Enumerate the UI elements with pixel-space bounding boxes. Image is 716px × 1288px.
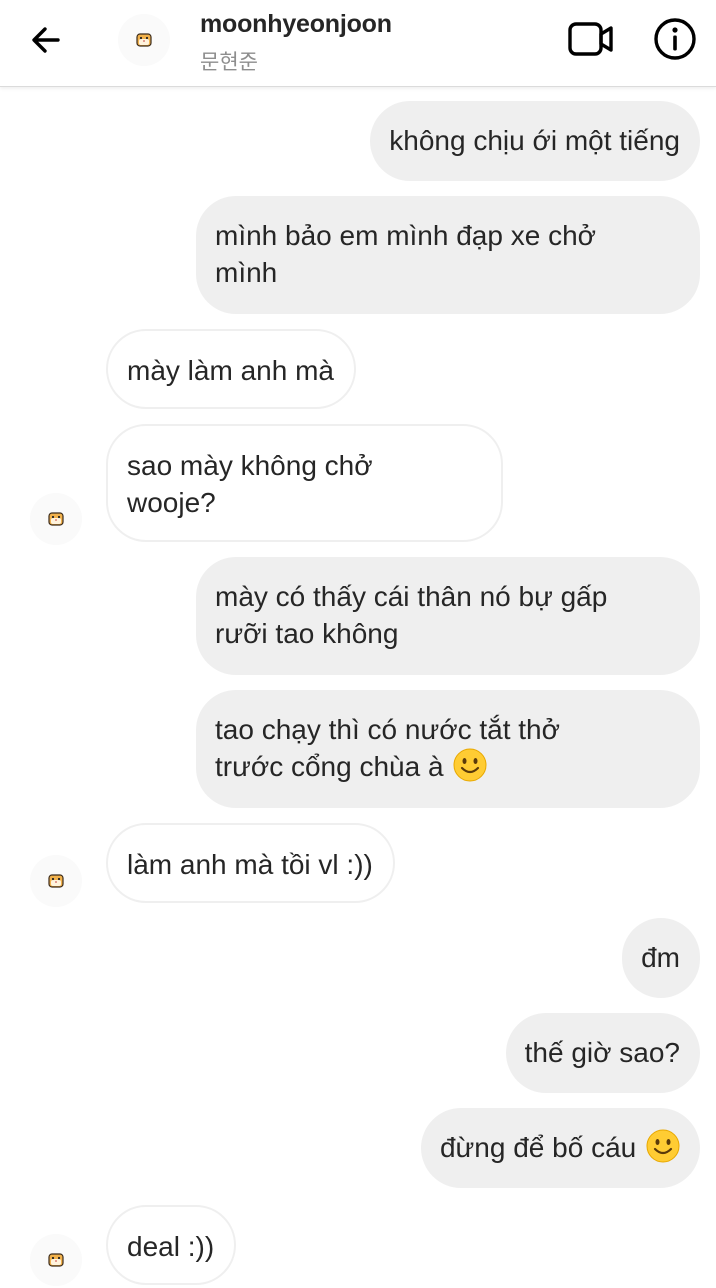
message-bubble-outgoing[interactable]: mày có thấy cái thân nó bự gấp rưỡi tao … <box>196 557 700 675</box>
message-bubble-outgoing[interactable]: đừng để bố cáu <box>420 1108 700 1188</box>
message-text: đừng để bố cáu <box>439 1132 644 1163</box>
message-text: tao chạy thì có nước tắt thở trước cổng … <box>215 714 560 782</box>
arrow-left-icon <box>32 27 60 53</box>
slightly-smiling-face-emoji-icon <box>453 748 487 782</box>
message-bubble-outgoing[interactable]: tao chạy thì có nước tắt thở trước cổng … <box>196 690 700 808</box>
hamster-avatar-icon <box>136 33 152 47</box>
message-bubble-incoming[interactable]: mày làm anh mà <box>106 329 356 409</box>
profile-avatar[interactable] <box>118 14 170 66</box>
sender-avatar[interactable] <box>30 1234 82 1286</box>
back-button[interactable] <box>22 20 70 60</box>
conversation-info-button[interactable] <box>652 16 698 62</box>
slightly-smiling-face-emoji-icon <box>646 1129 680 1163</box>
sender-avatar[interactable] <box>30 855 82 907</box>
hamster-avatar-icon <box>48 874 64 888</box>
hamster-avatar-icon <box>48 1253 64 1267</box>
chat-header: moonhyeonjoon 문현준 <box>0 0 716 87</box>
message-bubble-incoming[interactable]: deal :)) <box>106 1205 237 1285</box>
message-bubble-outgoing[interactable]: mình bảo em mình đạp xe chở mình <box>196 196 700 314</box>
chat-subtitle: 문현준 <box>200 50 258 74</box>
sender-avatar[interactable] <box>30 493 82 545</box>
info-circle-icon <box>654 18 696 60</box>
video-camera-icon <box>568 22 613 56</box>
chat-username[interactable]: moonhyeonjoon <box>200 10 392 39</box>
hamster-avatar-icon <box>48 512 64 526</box>
video-call-button[interactable] <box>566 18 616 60</box>
message-bubble-incoming[interactable]: sao mày không chở wooje? <box>106 424 503 542</box>
message-bubble-outgoing[interactable]: đm <box>622 918 700 998</box>
message-bubble-outgoing[interactable]: không chịu ới một tiếng <box>370 101 700 181</box>
message-bubble-incoming[interactable]: làm anh mà tồi vl :)) <box>106 823 395 903</box>
message-bubble-outgoing[interactable]: thế giờ sao? <box>505 1013 700 1093</box>
